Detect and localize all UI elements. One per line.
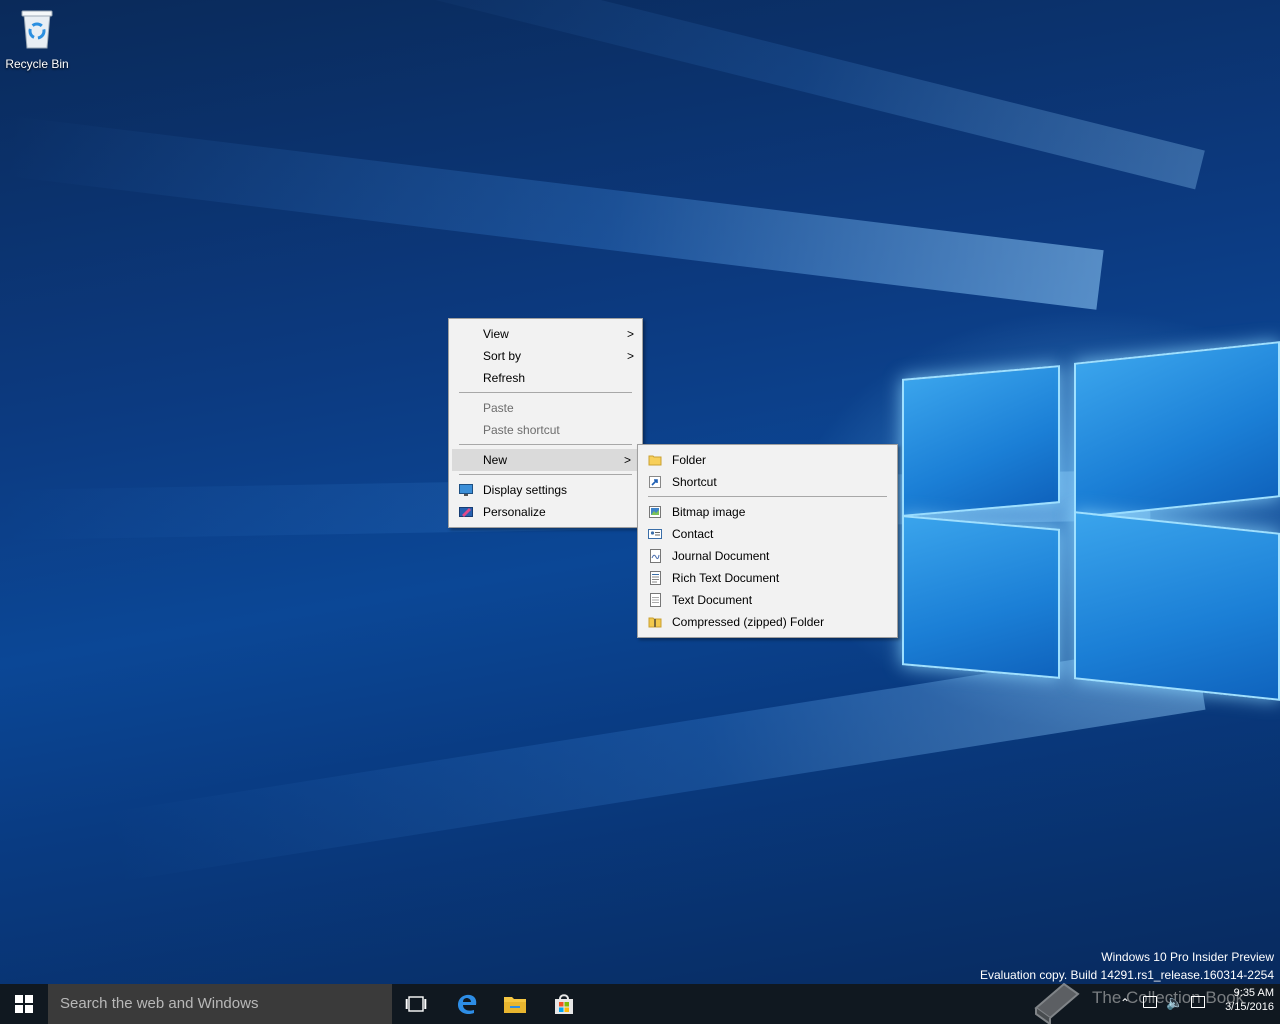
tray-watermark: The Collection Book — [1030, 978, 1250, 1024]
submenu-item-folder[interactable]: Folder — [638, 449, 897, 471]
task-view-icon — [405, 996, 427, 1012]
volume-icon[interactable]: 🔈 — [1166, 994, 1183, 1011]
windows-logo-icon — [15, 995, 33, 1013]
personalize-icon — [459, 507, 473, 517]
edge-button[interactable] — [443, 984, 491, 1024]
menu-separator — [648, 496, 887, 497]
menu-item-personalize[interactable]: Personalize — [449, 501, 642, 523]
recycle-bin-label: Recycle Bin — [5, 57, 69, 71]
menu-item-label: Paste — [483, 401, 514, 415]
wallpaper-logo-pane — [1074, 511, 1280, 701]
submenu-item-bitmap[interactable]: Bitmap image — [638, 501, 897, 523]
menu-item-label: Shortcut — [672, 475, 717, 489]
edge-icon — [458, 994, 477, 1015]
wallpaper-logo-pane — [1074, 341, 1280, 519]
menu-separator — [459, 392, 632, 393]
menu-item-label: Folder — [672, 453, 707, 467]
menu-item-label: Refresh — [483, 371, 526, 385]
menu-item-paste[interactable]: Paste — [449, 397, 642, 419]
menu-item-label: Sort by — [483, 349, 522, 363]
menu-item-display-settings[interactable]: Display settings — [449, 479, 642, 501]
submenu-item-text-document[interactable]: Text Document — [638, 589, 897, 611]
text-document-icon — [650, 593, 661, 607]
clock-time: 9:35 AM — [1233, 987, 1274, 999]
taskbar-search-box[interactable]: Search the web and Windows — [48, 984, 392, 1024]
menu-item-label: View — [483, 327, 509, 341]
contact-icon — [648, 529, 662, 539]
network-icon[interactable] — [1143, 996, 1157, 1008]
taskbar: Search the web and Windows The Collectio… — [0, 982, 1280, 1024]
desktop-context-menu: View > Sort by > Refresh Paste Paste sho… — [448, 318, 643, 528]
menu-item-label: Personalize — [483, 505, 546, 519]
new-submenu: Folder Shortcut Bitmap image Contact Jou… — [637, 444, 898, 638]
zip-folder-icon — [648, 617, 662, 628]
store-icon — [555, 994, 573, 1014]
menu-item-refresh[interactable]: Refresh — [449, 367, 642, 389]
menu-separator — [459, 474, 632, 475]
store-button[interactable] — [540, 984, 588, 1024]
menu-item-label: Text Document — [672, 593, 753, 607]
submenu-item-rich-text[interactable]: Rich Text Document — [638, 567, 897, 589]
journal-icon — [650, 549, 661, 563]
chevron-right-icon: > — [626, 349, 634, 363]
shortcut-icon — [649, 476, 661, 488]
desktop-icon-recycle-bin[interactable]: Recycle Bin — [4, 6, 70, 71]
submenu-item-journal[interactable]: Journal Document — [638, 545, 897, 567]
menu-item-label: Journal Document — [672, 549, 770, 563]
tray-chevron-icon[interactable]: ⌃ — [1120, 996, 1130, 1010]
action-center-icon[interactable] — [1191, 996, 1205, 1008]
menu-item-label: Contact — [672, 527, 714, 541]
submenu-item-shortcut[interactable]: Shortcut — [638, 471, 897, 493]
menu-item-sort-by[interactable]: Sort by > — [449, 345, 642, 367]
edition-watermark: Windows 10 Pro Insider Preview — [1101, 950, 1274, 964]
wallpaper-beam — [321, 0, 1205, 190]
menu-item-label: Display settings — [483, 483, 568, 497]
menu-item-paste-shortcut[interactable]: Paste shortcut — [449, 419, 642, 441]
menu-item-label: Rich Text Document — [672, 571, 780, 585]
task-view-button[interactable] — [392, 984, 440, 1024]
start-button[interactable] — [0, 984, 48, 1024]
recycle-bin-icon — [21, 10, 53, 49]
rich-text-icon — [650, 571, 661, 585]
bitmap-icon — [649, 506, 661, 518]
menu-separator — [459, 444, 632, 445]
submenu-item-zip-folder[interactable]: Compressed (zipped) Folder — [638, 611, 897, 633]
chevron-right-icon: > — [626, 327, 634, 341]
menu-item-view[interactable]: View > — [449, 323, 642, 345]
file-explorer-icon — [504, 997, 526, 1013]
file-explorer-button[interactable] — [491, 984, 539, 1024]
clock-date: 3/15/2016 — [1225, 1001, 1274, 1013]
menu-item-label: New — [483, 453, 508, 467]
book-logo-icon — [1034, 982, 1080, 1024]
wallpaper-logo-pane — [902, 365, 1060, 517]
clock[interactable]: 9:35 AM 3/15/2016 — [1225, 986, 1274, 1014]
menu-item-label: Bitmap image — [672, 505, 746, 519]
folder-icon — [648, 455, 662, 466]
menu-item-label: Compressed (zipped) Folder — [672, 615, 825, 629]
menu-item-label: Paste shortcut — [483, 423, 560, 437]
wallpaper-beam — [4, 116, 1104, 310]
menu-item-new[interactable]: New > — [452, 449, 639, 471]
submenu-item-contact[interactable]: Contact — [638, 523, 897, 545]
chevron-right-icon: > — [623, 453, 631, 467]
display-settings-icon — [459, 484, 473, 496]
wallpaper-logo-pane — [902, 515, 1060, 679]
